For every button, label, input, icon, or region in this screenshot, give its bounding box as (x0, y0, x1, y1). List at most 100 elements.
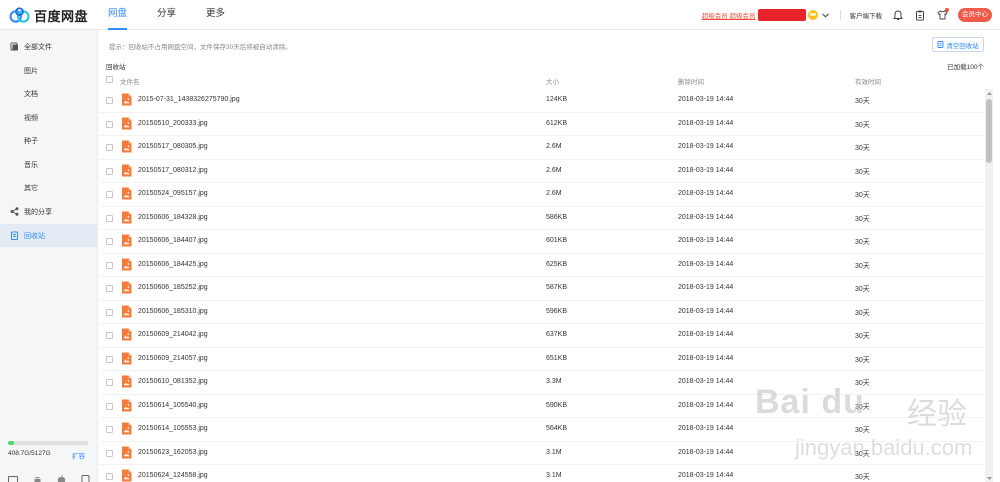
file-name[interactable]: 20150609_214057.jpg (138, 355, 208, 362)
file-size: 596KB (546, 307, 568, 315)
row-checkbox[interactable] (106, 402, 113, 410)
file-name[interactable]: 20150610_081352.jpg (138, 378, 208, 385)
desktop-icon[interactable] (8, 475, 18, 482)
row-checkbox[interactable] (106, 238, 113, 245)
table-row[interactable]: 20150510_200333.jpg 612KB 2018-03-19 14:44… (99, 113, 984, 136)
row-checkbox[interactable] (106, 97, 113, 104)
sidebar-item-my-shares[interactable]: 我的分享 (0, 200, 98, 223)
storage-quota-fill (8, 441, 15, 445)
file-name[interactable]: 20150623_162053.jpg (138, 449, 208, 456)
valid-time: 30天 (855, 262, 870, 270)
file-name[interactable]: 20150606_185252.jpg (138, 284, 208, 291)
table-row[interactable]: 20150517_080305.jpg 2.6M 2018-03-19 14:44 3… (99, 136, 984, 160)
file-name[interactable]: 20150606_185310.jpg (138, 308, 208, 315)
file-name[interactable]: 20150517_080305.jpg (138, 143, 208, 150)
nav-tab-netdisk[interactable]: 网盘 (108, 0, 128, 30)
scroll-up-arrow-icon[interactable] (986, 90, 992, 96)
file-name[interactable]: 20150614_105540.jpg (138, 402, 208, 409)
table-row[interactable]: 20150517_080312.jpg 2.6M 2018-03-19 14:44 3… (99, 160, 984, 183)
file-name[interactable]: 20150606_184407.jpg (138, 237, 208, 244)
sidebar-item-others[interactable]: 其它 (0, 176, 98, 199)
table-row[interactable]: 20150606_184407.jpg 601KB 2018-03-19 14:44… (99, 230, 984, 254)
scrollbar-thumb[interactable] (986, 99, 992, 163)
row-checkbox[interactable] (106, 308, 113, 316)
sidebar-item-label: 种子 (24, 137, 38, 145)
sidebar-item-label: 音乐 (24, 161, 38, 169)
sidebar-item-music[interactable]: 音乐 (0, 153, 98, 176)
file-name[interactable]: 20150614_105553.jpg (138, 425, 208, 432)
sidebar-item-images[interactable]: 图片 (0, 59, 98, 82)
column-header-deleted-time[interactable]: 删除时间 (678, 76, 704, 86)
username-redacted[interactable] (757, 9, 806, 21)
sidebar-item-documents[interactable]: 文档 (0, 82, 98, 105)
row-checkbox[interactable] (106, 332, 113, 339)
deleted-time: 2018-03-19 14:44 (678, 143, 734, 150)
table-row[interactable]: 20150606_184425.jpg 625KB 2018-03-19 14:44… (99, 254, 984, 277)
row-checkbox[interactable] (106, 379, 113, 386)
table-row[interactable]: 20150609_214057.jpg 651KB 2018-03-19 14:44… (99, 348, 984, 371)
row-checkbox[interactable] (106, 214, 113, 222)
file-name[interactable]: 20150624_124558.jpg (138, 472, 208, 479)
deleted-time: 2018-03-19 14:44 (678, 378, 734, 385)
bell-icon[interactable] (892, 9, 904, 21)
tshirt-skin-icon[interactable] (936, 8, 949, 21)
row-checkbox[interactable] (106, 167, 113, 175)
row-checkbox[interactable] (106, 426, 113, 433)
deleted-time: 2018-03-19 14:44 (678, 284, 734, 291)
deleted-time: 2018-03-19 14:44 (678, 96, 734, 103)
tablet-icon[interactable] (80, 475, 90, 482)
row-checkbox[interactable] (106, 285, 113, 292)
file-size: 3.1M (546, 448, 562, 456)
sidebar-item-label: 回收站 (24, 232, 45, 240)
select-all-checkbox[interactable] (106, 76, 113, 83)
file-size: 2.6M (546, 143, 562, 150)
sidebar-item-all-files[interactable]: 全部文件 (0, 35, 98, 58)
column-header-valid-time[interactable]: 有效时间 (855, 76, 881, 86)
expand-storage-link[interactable]: 扩容 (72, 450, 85, 460)
folder-icon (10, 42, 19, 51)
file-name[interactable]: 20150510_200333.jpg (138, 120, 208, 127)
android-icon[interactable] (32, 475, 42, 482)
table-row[interactable]: 20150524_095157.jpg 2.6M 2018-03-19 14:44 3… (99, 183, 984, 207)
image-file-icon (121, 258, 132, 271)
column-header-size[interactable]: 大小 (546, 76, 559, 86)
sidebar-item-label: 图片 (24, 67, 38, 75)
row-checkbox[interactable] (106, 449, 113, 457)
table-row[interactable]: 20150606_185310.jpg 596KB 2018-03-19 14:44… (99, 301, 984, 324)
image-file-icon (121, 469, 132, 482)
file-name[interactable]: 20150606_184328.jpg (138, 214, 208, 221)
file-name[interactable]: 20150606_184425.jpg (138, 261, 208, 268)
nav-tab-share[interactable]: 分享 (157, 0, 176, 30)
table-row[interactable]: 20150609_214042.jpg 637KB 2018-03-19 14:44… (99, 324, 984, 348)
table-row[interactable]: 20150606_184328.jpg 586KB 2018-03-19 14:44… (99, 207, 984, 230)
row-checkbox[interactable] (106, 473, 113, 480)
table-row[interactable]: 20150606_185252.jpg 587KB 2018-03-19 14:44… (99, 277, 984, 301)
row-checkbox[interactable] (106, 144, 113, 151)
column-header-name[interactable]: 文件名 (120, 76, 140, 86)
sidebar-item-recycle-bin[interactable]: 回收站 (0, 224, 98, 247)
row-checkbox[interactable] (106, 355, 113, 363)
baidu-jingyan-watermark: Bai du 经验 jingyan.baidu.com (755, 375, 990, 480)
file-size: 3.1M (546, 472, 562, 479)
client-download-link[interactable]: 客户端下载 (850, 10, 883, 20)
row-checkbox[interactable] (106, 120, 113, 128)
apple-icon[interactable] (56, 475, 66, 482)
nav-tab-more[interactable]: 更多 (206, 0, 225, 30)
app-logo[interactable]: 百度网盘 (8, 5, 88, 25)
row-checkbox[interactable] (106, 261, 113, 269)
empty-recycle-bin-button[interactable]: 清空回收站 (932, 37, 984, 52)
sidebar-item-videos[interactable]: 视频 (0, 106, 98, 129)
file-name[interactable]: 2015-07-31_1438326275790.jpg (138, 96, 240, 103)
file-name[interactable]: 20150524_095157.jpg (138, 190, 208, 197)
vip-center-button[interactable]: 会员中心 (958, 8, 992, 22)
chevron-down-icon[interactable] (822, 11, 830, 19)
file-name[interactable]: 20150517_080312.jpg (138, 167, 208, 174)
sidebar-item-torrents[interactable]: 种子 (0, 129, 98, 152)
file-size: 2.6M (546, 190, 562, 197)
table-row[interactable]: 2015-07-31_1438326275790.jpg 124KB 2018-03… (99, 89, 984, 113)
file-name[interactable]: 20150609_214042.jpg (138, 331, 208, 338)
row-checkbox[interactable] (106, 191, 113, 198)
clipboard-icon[interactable] (914, 9, 926, 21)
super-vip-link[interactable]: 超级会员 超级会员 (702, 10, 756, 20)
deleted-time: 2018-03-19 14:44 (678, 119, 734, 127)
